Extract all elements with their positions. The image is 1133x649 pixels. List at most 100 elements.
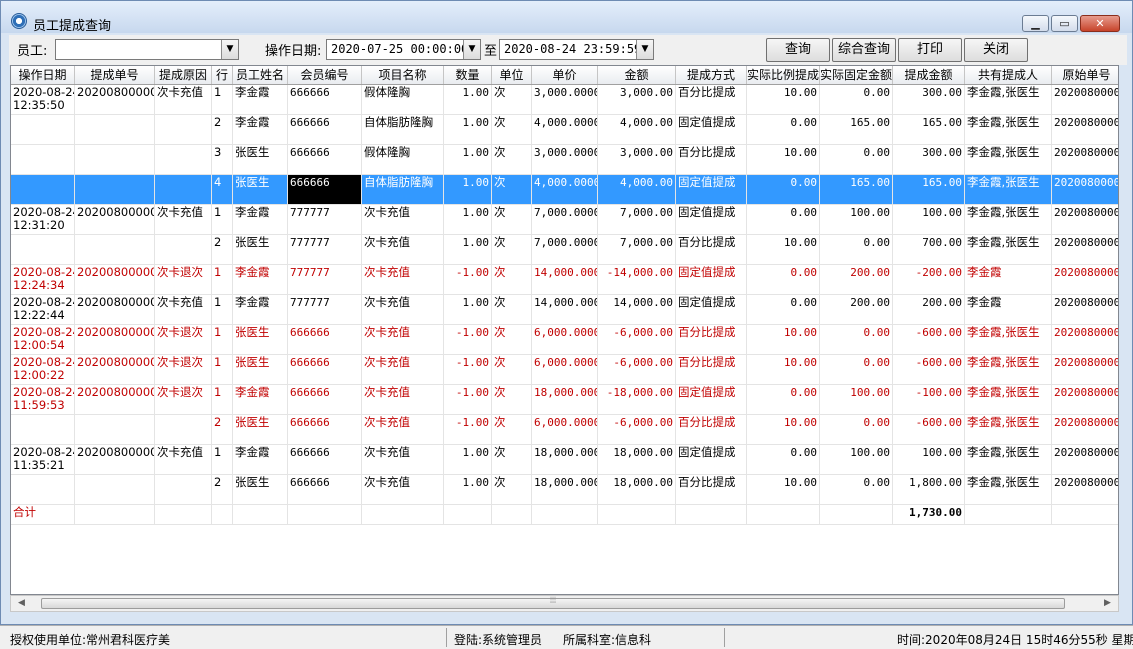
combined-query-button[interactable]: 综合查询 [832, 38, 896, 62]
original-no-cell[interactable]: 202008000001 [1052, 415, 1118, 445]
line-cell[interactable]: 2 [212, 235, 233, 265]
member-cell[interactable]: 777777 [288, 265, 362, 295]
method-cell[interactable]: 固定值提成 [676, 115, 747, 145]
fixed-cell[interactable]: 200.00 [820, 295, 893, 325]
amount-cell[interactable]: 14,000.00 [598, 295, 676, 325]
close-button[interactable]: 关闭 [964, 38, 1028, 62]
original-no-cell[interactable]: 202008000001 [1052, 475, 1118, 505]
original-no-cell[interactable]: 202008000001 [1052, 175, 1118, 205]
unit-cell[interactable]: 次 [492, 325, 532, 355]
unit-cell[interactable]: 次 [492, 205, 532, 235]
reason-cell[interactable] [155, 175, 212, 205]
unit-cell[interactable]: 次 [492, 295, 532, 325]
item-cell[interactable]: 次卡充值 [362, 205, 444, 235]
price-cell[interactable]: 6,000.0000 [532, 355, 598, 385]
line-cell[interactable]: 1 [212, 325, 233, 355]
member-cell[interactable]: 777777 [288, 205, 362, 235]
commission-cell[interactable]: 1,800.00 [893, 475, 965, 505]
ratio-cell[interactable]: 10.00 [747, 85, 820, 115]
commission-table[interactable]: 操作日期 提成单号 提成原因行员工姓名 会员编号 项目名称 数量 单位 单价 金额 提成方式 实际比… [10, 65, 1119, 595]
table-row[interactable]: 2 李金霞 666666 自体脂肪隆胸 1.00 次 4,000.0000 4,000.00 固… [11, 115, 1118, 145]
minimize-button[interactable]: ▁ [1022, 15, 1049, 32]
employee-cell[interactable]: 张医生 [233, 175, 288, 205]
commission-cell[interactable]: -200.00 [893, 265, 965, 295]
qty-cell[interactable]: 1.00 [444, 445, 492, 475]
employee-cell[interactable]: 张医生 [233, 475, 288, 505]
item-cell[interactable]: 次卡充值 [362, 235, 444, 265]
shared-cell[interactable]: 李金霞,张医生 [965, 385, 1052, 415]
ratio-cell[interactable]: 0.00 [747, 265, 820, 295]
date-cell[interactable]: 2020-08-24 12:24:34 [11, 265, 75, 295]
item-cell[interactable]: 次卡充值 [362, 445, 444, 475]
qty-cell[interactable]: 1.00 [444, 115, 492, 145]
column-header[interactable]: 提成金额 [893, 66, 965, 84]
qty-cell[interactable]: -1.00 [444, 325, 492, 355]
table-row[interactable]: 2020-08-2412:31:20202008000007次卡充值1李金霞77… [11, 205, 1118, 235]
item-cell[interactable]: 自体脂肪隆胸 [362, 175, 444, 205]
column-header[interactable]: 提成单号 [75, 66, 155, 84]
original-no-cell[interactable]: 202008000001 [1052, 355, 1118, 385]
shared-cell[interactable]: 李金霞 [965, 295, 1052, 325]
original-no-cell[interactable]: 202008000001 [1052, 235, 1118, 265]
order-no-cell[interactable]: 202008000005 [75, 295, 155, 325]
method-cell[interactable]: 固定值提成 [676, 445, 747, 475]
amount-cell[interactable]: -6,000.00 [598, 325, 676, 355]
price-cell[interactable]: 4,000.0000 [532, 115, 598, 145]
unit-cell[interactable]: 次 [492, 235, 532, 265]
item-cell[interactable]: 次卡充值 [362, 385, 444, 415]
order-no-cell[interactable] [75, 475, 155, 505]
ratio-cell[interactable]: 10.00 [747, 475, 820, 505]
date-cell[interactable]: 2020-08-24 12:00:22 [11, 355, 75, 385]
date-cell[interactable]: 2020-08-24 11:35:21 [11, 445, 75, 475]
ratio-cell[interactable]: 0.00 [747, 445, 820, 475]
qty-cell[interactable]: 1.00 [444, 205, 492, 235]
column-header[interactable]: 单价 [532, 66, 598, 84]
amount-cell[interactable]: -14,000.00 [598, 265, 676, 295]
fixed-cell[interactable]: 0.00 [820, 325, 893, 355]
table-row[interactable]: 2020-08-2412:22:44202008000005次卡充值1李金霞77… [11, 295, 1118, 325]
member-cell[interactable]: 666666 [288, 355, 362, 385]
shared-cell[interactable]: 李金霞,张医生 [965, 145, 1052, 175]
date-cell[interactable] [11, 145, 75, 175]
unit-cell[interactable]: 次 [492, 385, 532, 415]
reason-cell[interactable] [155, 415, 212, 445]
date-cell[interactable]: 2020-08-24 12:35:50 [11, 85, 75, 115]
ratio-cell[interactable]: 0.00 [747, 385, 820, 415]
amount-cell[interactable]: 7,000.00 [598, 235, 676, 265]
original-no-cell[interactable]: 202008000001 [1052, 145, 1118, 175]
employee-cell[interactable]: 李金霞 [233, 205, 288, 235]
item-cell[interactable]: 次卡充值 [362, 295, 444, 325]
shared-cell[interactable]: 李金霞,张医生 [965, 115, 1052, 145]
original-no-cell[interactable]: 202008000001 [1052, 85, 1118, 115]
original-no-cell[interactable]: 202008000001 [1052, 385, 1118, 415]
qty-cell[interactable]: 1.00 [444, 295, 492, 325]
qty-cell[interactable]: -1.00 [444, 385, 492, 415]
line-cell[interactable]: 1 [212, 265, 233, 295]
original-no-cell[interactable]: 202008000001 [1052, 265, 1118, 295]
line-cell[interactable]: 1 [212, 205, 233, 235]
shared-cell[interactable]: 李金霞,张医生 [965, 325, 1052, 355]
commission-cell[interactable]: -100.00 [893, 385, 965, 415]
price-cell[interactable]: 18,000.0000 [532, 445, 598, 475]
shared-cell[interactable]: 李金霞,张医生 [965, 475, 1052, 505]
column-header[interactable]: 原始单号 [1052, 66, 1118, 84]
commission-cell[interactable]: 700.00 [893, 235, 965, 265]
order-no-cell[interactable]: 202008000004 [75, 325, 155, 355]
line-cell[interactable]: 3 [212, 145, 233, 175]
amount-cell[interactable]: 7,000.00 [598, 205, 676, 235]
unit-cell[interactable]: 次 [492, 475, 532, 505]
chevron-down-icon[interactable]: ▼ [463, 40, 480, 59]
original-no-cell[interactable]: 202008000001 [1052, 445, 1118, 475]
table-row[interactable]: 2020-08-2412:35:50202008000008次卡充值1李金霞66… [11, 85, 1118, 115]
fixed-cell[interactable]: 165.00 [820, 175, 893, 205]
table-row[interactable]: 2 张医生 777777 次卡充值 1.00 次 7,000.0000 7,000.00 百分比… [11, 235, 1118, 265]
shared-cell[interactable]: 李金霞 [965, 265, 1052, 295]
method-cell[interactable]: 固定值提成 [676, 295, 747, 325]
reason-cell[interactable]: 次卡充值 [155, 85, 212, 115]
shared-cell[interactable]: 李金霞,张医生 [965, 445, 1052, 475]
method-cell[interactable]: 固定值提成 [676, 175, 747, 205]
commission-cell[interactable]: 200.00 [893, 295, 965, 325]
chevron-down-icon[interactable]: ▼ [221, 40, 238, 59]
date-cell[interactable] [11, 415, 75, 445]
member-cell[interactable]: 666666 [288, 325, 362, 355]
